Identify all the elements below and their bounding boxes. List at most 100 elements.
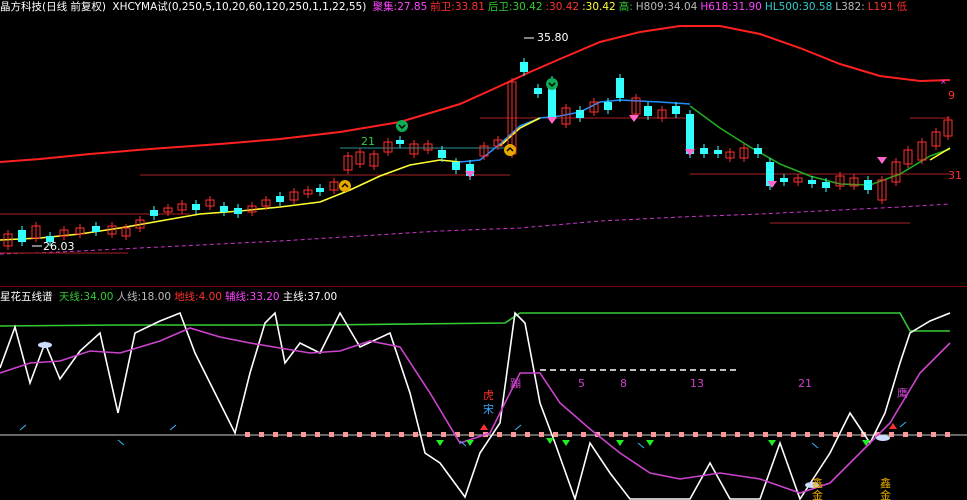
dot-marker — [567, 432, 572, 437]
header-item-value: 31.90 — [731, 1, 762, 13]
signal-arrow-icon — [169, 424, 177, 431]
dot-marker — [525, 432, 530, 437]
dot-marker — [287, 432, 292, 437]
indicator-item: 人线: — [116, 291, 141, 303]
dot-marker — [749, 432, 754, 437]
dot-marker — [735, 432, 740, 437]
panel-divider — [0, 286, 967, 287]
candle-down — [452, 162, 460, 170]
indicator-header: 星花五线谱 天线:34.00 人线:18.00 地线:4.00 辅线:33.20 主线:… — [0, 290, 967, 304]
candle-down — [150, 210, 158, 216]
indicator-item-value: 37.00 — [307, 291, 338, 303]
price-low-label: 26.03 — [43, 240, 75, 253]
header-item-label: 后卫: — [487, 1, 513, 13]
dot-marker — [371, 432, 376, 437]
candle-down — [686, 114, 694, 154]
dot-marker — [805, 432, 810, 437]
dot-marker — [917, 432, 922, 437]
main-line — [0, 311, 951, 500]
dot-marker — [497, 432, 502, 437]
buy-arrow-icon — [466, 440, 474, 446]
indicator-item-value: 34.00 — [83, 291, 114, 303]
header-item-label: 聚集: — [372, 1, 398, 13]
candle-down — [534, 88, 542, 94]
signal-arrow-icon — [899, 421, 907, 428]
dot-marker — [441, 432, 446, 437]
candle-down — [808, 180, 816, 184]
fib-8: 8 — [620, 377, 627, 390]
annot-song: 宋 — [483, 402, 494, 416]
dot-marker — [707, 432, 712, 437]
dot-marker — [553, 432, 558, 437]
candle-down — [276, 196, 284, 202]
dot-marker — [889, 432, 894, 437]
candle-down — [644, 106, 652, 116]
dot-marker — [791, 432, 796, 437]
indicator-item-value: 33.20 — [249, 291, 280, 303]
dot-marker — [469, 432, 474, 437]
cross-marker: × — [940, 77, 947, 86]
down-arrow-icon — [546, 78, 558, 90]
indicator-chart[interactable]: 虎宋蹦 5 8 13 21鹰鑫金鑫金 — [0, 303, 967, 500]
candle-down — [220, 206, 228, 212]
dot-marker — [273, 432, 278, 437]
candle-down — [822, 182, 830, 188]
header-item-value: 30.42 — [512, 1, 543, 13]
upper-band-line — [0, 25, 951, 163]
diamond-icon — [547, 117, 557, 124]
main-chart-header: 晶方科技(日线 前复权) XHCYMA试(0,250,5,10,20,60,12… — [0, 0, 967, 14]
stock-title: 晶方科技(日线 前复权) — [0, 1, 107, 13]
ma-mid-line — [459, 99, 691, 163]
candle-down — [520, 62, 528, 72]
fib-5: 5 — [578, 377, 585, 390]
annot-jin: 金 — [880, 488, 891, 500]
dot-marker — [539, 432, 544, 437]
candle-down — [316, 188, 324, 192]
price-high-label: 35.80 — [537, 31, 569, 44]
buy-arrow-icon — [646, 440, 654, 446]
dot-marker — [945, 432, 950, 437]
dot-marker — [833, 432, 838, 437]
annot-beng: 蹦 — [510, 377, 521, 390]
signal-arrow-icon — [811, 442, 819, 449]
buy-arrow-icon — [436, 440, 444, 446]
dot-marker — [329, 432, 334, 437]
annot-xin: 鑫 — [812, 476, 823, 490]
dot-marker — [609, 432, 614, 437]
candle-down — [864, 180, 872, 190]
indicator-item-value: 18.00 — [141, 291, 172, 303]
dot-marker — [931, 432, 936, 437]
header-item-label: 高: — [618, 1, 633, 13]
dot-marker — [847, 432, 852, 437]
header-item-value: 33.81 — [454, 1, 485, 13]
header-item-value: 30.42 — [549, 1, 580, 13]
boat-icon — [876, 435, 890, 441]
candle-down — [604, 102, 612, 110]
dot-marker — [511, 432, 516, 437]
dot-marker — [623, 432, 628, 437]
dot-marker — [693, 432, 698, 437]
ma-short-line — [929, 147, 951, 161]
indicator-title: 星花五线谱 — [0, 291, 53, 303]
ma-short-line — [0, 159, 461, 241]
up-arrow-icon — [339, 180, 351, 192]
heaven-line — [0, 312, 950, 332]
fib-13: 13 — [690, 377, 704, 390]
dot-marker — [665, 432, 670, 437]
indicator-item: 天线: — [58, 291, 84, 303]
candle-down — [576, 110, 584, 118]
marker-9: 9 — [948, 89, 955, 102]
candle-down — [616, 78, 624, 98]
up-arrow-icon — [504, 144, 516, 156]
candlestick-chart[interactable]: 35.80 26.03 21 9 31 × — [0, 14, 967, 286]
signal-arrow-icon — [514, 424, 522, 431]
candle-down — [700, 148, 708, 154]
indicator-item: 辅线: — [225, 291, 250, 303]
dot-marker — [581, 432, 586, 437]
header-item-label: L191 — [867, 1, 894, 13]
signal-arrow-icon — [637, 442, 645, 449]
indicator-line-values: 天线:34.00 人线:18.00 地线:4.00 辅线:33.20 主线:37.00 — [59, 291, 340, 303]
dot-marker — [427, 432, 432, 437]
indicator-item: 主线: — [282, 291, 308, 303]
header-item-label: H809: — [635, 1, 668, 13]
